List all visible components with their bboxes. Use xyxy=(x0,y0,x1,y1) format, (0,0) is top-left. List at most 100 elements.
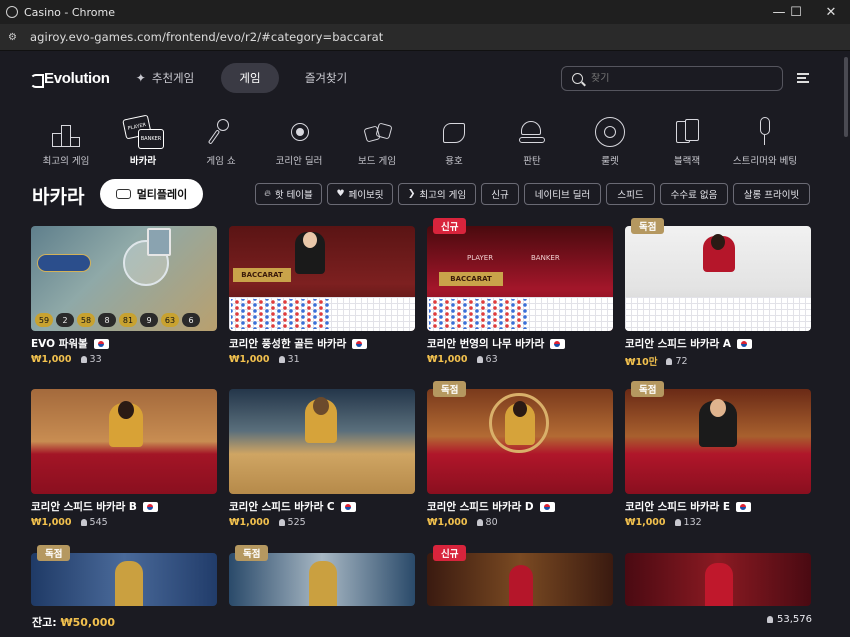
table-tile-row3-2[interactable]: 독점 xyxy=(229,545,415,606)
table-tile-speed-baccarat-e[interactable]: 독점 코리안 스피드 바카라 E ₩1,000 132 xyxy=(625,381,811,528)
table-thumbnail[interactable] xyxy=(625,226,811,331)
search-box[interactable] xyxy=(561,66,783,91)
table-sign: BACCARAT xyxy=(233,268,291,282)
roulette-icon xyxy=(593,117,627,149)
table-thumbnail[interactable]: BACCARAT xyxy=(229,226,415,331)
filter-hot-tables[interactable]: 🔥︎ 핫 테이블 xyxy=(255,183,322,205)
category-blackjack[interactable]: 블랙잭 xyxy=(647,117,727,173)
filter-no-commission[interactable]: 수수료 없음 xyxy=(660,183,728,205)
ball-result: 63 xyxy=(161,313,179,327)
ball-result: 2 xyxy=(56,313,74,327)
filter-label: 최고의 게임 xyxy=(419,190,467,201)
category-top-games[interactable]: 최고의 게임 xyxy=(26,117,106,173)
evolution-logo[interactable]: Evolution xyxy=(30,70,110,87)
korean-dealer-icon xyxy=(282,117,316,149)
page-scrollbar[interactable] xyxy=(842,51,850,637)
close-button[interactable]: ✕ xyxy=(814,0,848,24)
korea-flag-icon xyxy=(352,338,368,349)
min-bet: ₩1,000 xyxy=(31,354,72,365)
table-thumbnail[interactable]: 59 2 58 8 81 9 63 6 xyxy=(31,226,217,331)
table-tile-golden-baccarat[interactable]: BACCARAT 코리안 풍성한 골든 바카라 ₩1,000 31 xyxy=(229,226,415,365)
category-board-games[interactable]: 보드 게임 xyxy=(337,117,417,173)
table-thumbnail[interactable] xyxy=(229,389,415,494)
table-tile-row3-4[interactable] xyxy=(625,553,811,606)
table-tile-speed-baccarat-b[interactable]: 코리안 스피드 바카라 B ₩1,000 545 xyxy=(31,389,217,528)
player-count: 31 xyxy=(279,354,300,365)
url-text[interactable]: agiroy.evo-games.com/frontend/evo/r2/#ca… xyxy=(30,30,383,44)
filter-label: 살롱 프라이빗 xyxy=(743,190,800,201)
scrollbar-thumb[interactable] xyxy=(844,57,848,137)
microphone-icon xyxy=(204,117,238,149)
player-count: 63 xyxy=(477,354,498,365)
korea-flag-icon xyxy=(737,338,753,349)
table-thumbnail[interactable] xyxy=(31,389,217,494)
fire-icon: 🔥︎ xyxy=(264,189,271,199)
category-streamers[interactable]: 스트리머와 베팅 xyxy=(725,117,805,173)
table-thumbnail[interactable] xyxy=(625,553,811,606)
category-label: 최고의 게임 xyxy=(42,156,90,167)
category-label: 바카라 xyxy=(129,156,157,167)
balance-footer: 잔고: ₩50,000 53,576 xyxy=(0,606,850,637)
window-titlebar: Casino - Chrome — ☐ ✕ xyxy=(0,0,850,24)
category-korean-dealer[interactable]: 코리안 딜러 xyxy=(259,117,339,173)
category-bar: 최고의 게임 PLAYER BANKER 바카라 게임 쇼 코리안 딜러 보드 … xyxy=(0,114,850,173)
tab-games[interactable]: 게임 xyxy=(221,63,279,93)
category-dragon-tiger[interactable]: 용호 xyxy=(414,117,494,173)
category-baccarat[interactable]: PLAYER BANKER 바카라 xyxy=(103,114,183,173)
table-thumbnail[interactable]: PLAYER BANKER BACCARAT xyxy=(427,226,613,331)
player-count: 33 xyxy=(81,354,102,365)
filter-favorites[interactable]: ♥ 페이보릿 xyxy=(327,183,393,205)
powerball-results: 59 2 58 8 81 9 63 6 xyxy=(35,313,203,327)
exclusive-badge: 독점 xyxy=(433,381,467,397)
table-thumbnail[interactable] xyxy=(427,389,613,494)
category-label: 게임 쇼 xyxy=(206,156,236,167)
table-name: 코리안 스피드 바카라 C xyxy=(229,501,335,513)
casino-app: Evolution ✦ 추천게임 게임 즐겨찾기 최고의 게임 xyxy=(0,51,850,637)
table-tile-speed-baccarat-c[interactable]: 코리안 스피드 바카라 C ₩1,000 525 xyxy=(229,389,415,528)
table-name: EVO 파워볼 xyxy=(31,338,88,350)
balance-label: 잔고: xyxy=(32,616,57,629)
filter-label: 페이보릿 xyxy=(348,190,384,201)
banker-label: BANKER xyxy=(531,254,560,262)
podium-icon xyxy=(49,117,83,149)
search-input[interactable] xyxy=(591,73,771,84)
balance-value: ₩50,000 xyxy=(60,616,116,629)
player-count: 545 xyxy=(81,517,108,528)
category-label: 스트리머와 베팅 xyxy=(732,156,798,167)
balance: 잔고: ₩50,000 xyxy=(32,614,115,630)
table-tile-evo-powerball[interactable]: 59 2 58 8 81 9 63 6 EVO 파워볼 ₩1,000 33 xyxy=(31,226,217,365)
maximize-button[interactable]: ☐ xyxy=(779,0,813,24)
korea-flag-icon xyxy=(340,501,356,512)
tab-favorites[interactable]: 즐겨찾기 xyxy=(293,63,359,93)
filter-speed[interactable]: 스피드 xyxy=(606,183,655,205)
table-tile-speed-baccarat-a[interactable]: 독점 코리안 스피드 바카라 A ₩10만 72 xyxy=(625,218,811,368)
filter-label: 네이티브 딜러 xyxy=(534,190,591,201)
dice-icon xyxy=(360,117,394,149)
fantan-icon xyxy=(515,117,549,149)
category-fantan[interactable]: 판탄 xyxy=(492,117,572,173)
table-tile-prosperity-tree-baccarat[interactable]: PLAYER BANKER BACCARAT 신규 코리안 번영의 나무 바카라… xyxy=(427,218,613,365)
ball-result: 58 xyxy=(77,313,95,327)
category-roulette[interactable]: 룰렛 xyxy=(570,117,650,173)
filter-new[interactable]: 신규 xyxy=(481,183,519,205)
chevron-icon: ❯ xyxy=(407,189,416,199)
address-bar[interactable]: ⚙ agiroy.evo-games.com/frontend/evo/r2/#… xyxy=(0,24,850,51)
category-game-shows[interactable]: 게임 쇼 xyxy=(181,117,261,173)
online-players: 53,576 xyxy=(767,614,812,625)
category-label: 용호 xyxy=(445,156,463,167)
filter-native-dealer[interactable]: 네이티브 딜러 xyxy=(524,183,601,205)
multiplay-button[interactable]: 멀티플레이 xyxy=(100,179,203,209)
site-settings-icon[interactable]: ⚙ xyxy=(8,32,20,43)
multiplay-icon xyxy=(115,189,131,199)
filter-top-games[interactable]: ❯ 최고의 게임 xyxy=(398,183,476,205)
filter-salon-prive[interactable]: 살롱 프라이빗 xyxy=(733,183,810,205)
table-tile-row3-3[interactable]: 신규 xyxy=(427,545,613,606)
tab-recommended[interactable]: ✦ 추천게임 xyxy=(124,63,206,93)
player-label: PLAYER xyxy=(467,254,494,262)
exclusive-badge: 독점 xyxy=(235,545,269,561)
table-tile-speed-baccarat-d[interactable]: 독점 코리안 스피드 바카라 D ₩1,000 80 xyxy=(427,381,613,528)
roadmap xyxy=(625,297,811,331)
table-tile-row3-1[interactable]: 독점 xyxy=(31,545,217,606)
table-thumbnail[interactable] xyxy=(625,389,811,494)
menu-icon[interactable] xyxy=(797,73,809,83)
